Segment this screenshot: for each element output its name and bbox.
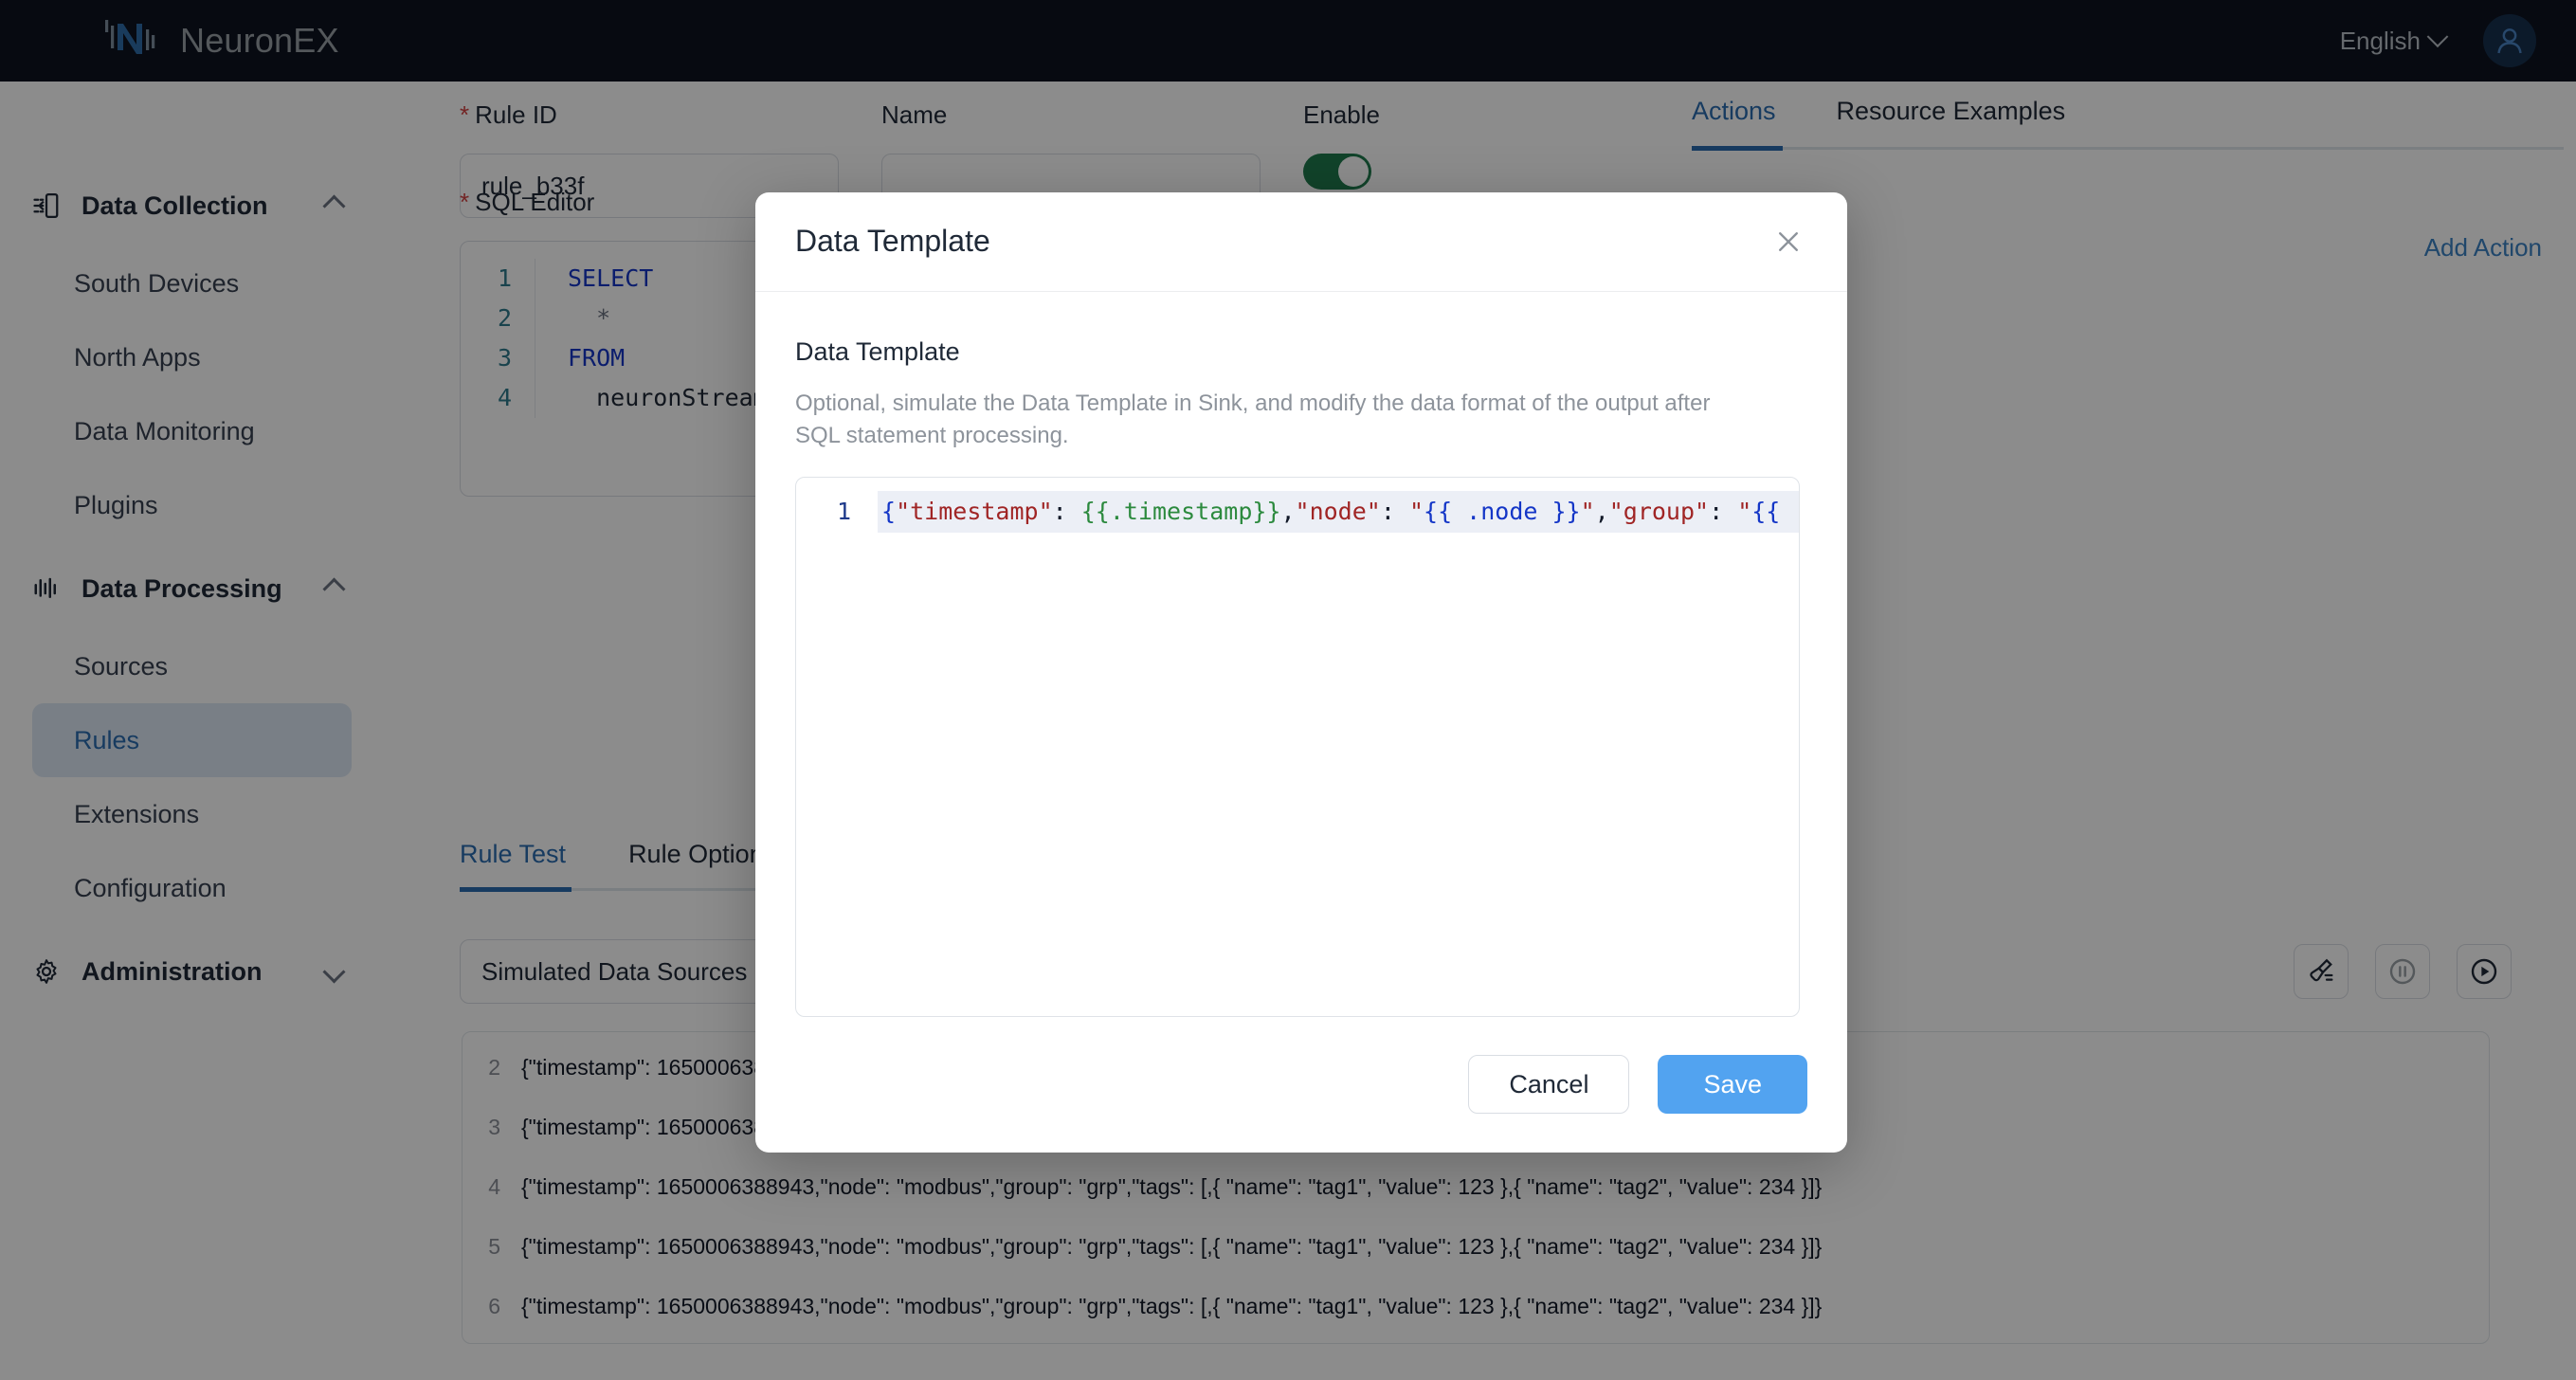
data-template-section-label: Data Template: [795, 336, 960, 366]
modal-save-button[interactable]: Save: [1658, 1055, 1807, 1115]
data-template-modal: Data Template Data Template Optional, si…: [755, 192, 1847, 1153]
close-icon: [1779, 232, 1798, 251]
template-line-number: 1: [836, 497, 851, 525]
modal-header: Data Template: [755, 192, 1847, 292]
data-template-description: Optional, simulate the Data Template in …: [795, 390, 1711, 448]
data-template-editor[interactable]: 1 {"timestamp": {{.timestamp}},"node": "…: [795, 476, 1800, 1017]
template-code-line: 1 {"timestamp": {{.timestamp}},"node": "…: [796, 490, 1799, 533]
modal-body: Data Template Optional, simulate the Dat…: [755, 292, 1847, 1017]
close-button[interactable]: [1769, 223, 1807, 261]
modal-title: Data Template: [795, 224, 990, 259]
modal-cancel-button[interactable]: Cancel: [1468, 1055, 1630, 1115]
template-code-text: {"timestamp": {{.timestamp}},"node": "{{…: [878, 490, 1799, 533]
modal-footer: Cancel Save: [755, 1017, 1847, 1153]
